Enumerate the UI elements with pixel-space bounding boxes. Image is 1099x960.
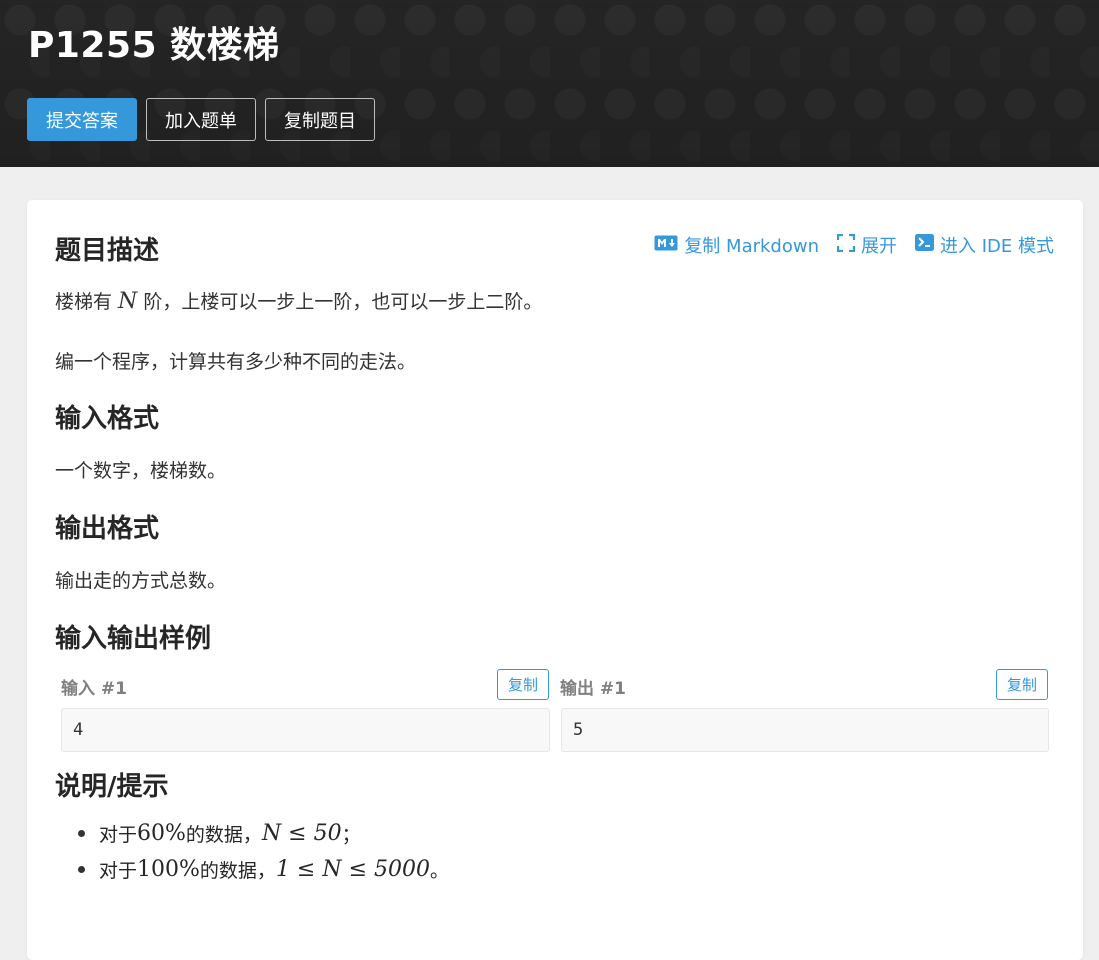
copy-input-button[interactable]: 复制	[497, 669, 549, 700]
description-line-1: 楼梯有 N 阶，上楼可以一步上一阶，也可以一步上二阶。	[55, 287, 542, 314]
hint-2-math: 1 ≤ N ≤ 5000	[275, 856, 431, 882]
expand-icon	[836, 233, 856, 257]
copy-problem-button[interactable]: 复制题目	[265, 98, 375, 141]
sample-output-box[interactable]: 5	[561, 708, 1049, 752]
sample-input-label: 输入 #1	[61, 679, 127, 699]
add-to-list-button[interactable]: 加入题单	[146, 98, 256, 141]
copy-markdown-link[interactable]: 复制 Markdown	[654, 232, 819, 258]
description-text-pre: 楼梯有	[55, 291, 119, 313]
description-line-2: 编一个程序，计算共有多少种不同的走法。	[55, 351, 417, 373]
ide-mode-link[interactable]: 进入 IDE 模式	[915, 232, 1054, 258]
ide-mode-label: 进入 IDE 模式	[940, 236, 1054, 257]
var-n: N	[118, 289, 138, 314]
input-format-text: 一个数字，楼梯数。	[55, 460, 227, 482]
problem-header: P1255 数楼梯 提交答案 加入题单 复制题目	[0, 0, 1099, 167]
input-format-heading: 输入格式	[55, 404, 160, 434]
header-actions: 提交答案 加入题单 复制题目	[27, 98, 375, 141]
hint-1-pre: 对于	[99, 823, 138, 846]
submit-answer-button[interactable]: 提交答案	[27, 98, 137, 141]
problem-card: 复制 Markdown 展开 进入 IDE 模式 题目描述 楼梯有 N 阶，上楼…	[27, 200, 1083, 960]
markdown-icon	[654, 235, 678, 256]
hint-2-pre: 对于	[99, 859, 138, 882]
hint-1-post: ；	[341, 823, 361, 846]
sample-input-box[interactable]: 4	[61, 708, 550, 752]
output-format-heading: 输出格式	[55, 514, 160, 544]
copy-markdown-label: 复制 Markdown	[684, 236, 819, 257]
description-heading: 题目描述	[55, 236, 160, 266]
hint-1-math: N ≤ 50	[261, 820, 342, 846]
samples-heading: 输入输出样例	[55, 624, 212, 654]
hints-list: 对于 60% 的数据， N ≤ 50； 对于 100% 的数据， 1 ≤ N ≤ 5…	[77, 815, 450, 887]
problem-toolbar: 复制 Markdown 展开 进入 IDE 模式	[654, 232, 1054, 258]
hint-item-2: 对于 100% 的数据， 1 ≤ N ≤ 5000。	[77, 851, 450, 887]
hint-1-mid: 的数据，	[185, 823, 262, 846]
description-text-post: 阶，上楼可以一步上一阶，也可以一步上二阶。	[137, 291, 543, 313]
output-format-text: 输出走的方式总数。	[55, 570, 227, 592]
hint-2-post: 。	[430, 859, 450, 882]
hint-1-percent: 60%	[137, 820, 186, 846]
terminal-icon	[915, 234, 934, 256]
hint-item-1: 对于 60% 的数据， N ≤ 50；	[77, 815, 449, 851]
expand-label: 展开	[861, 236, 897, 257]
sample-output-label: 输出 #1	[560, 679, 626, 699]
expand-link[interactable]: 展开	[836, 232, 897, 258]
hints-heading: 说明/提示	[55, 772, 169, 802]
hint-2-percent: 100%	[137, 856, 200, 882]
problem-title: P1255 数楼梯	[28, 25, 280, 66]
copy-output-button[interactable]: 复制	[996, 669, 1048, 700]
hint-2-mid: 的数据，	[199, 859, 276, 882]
